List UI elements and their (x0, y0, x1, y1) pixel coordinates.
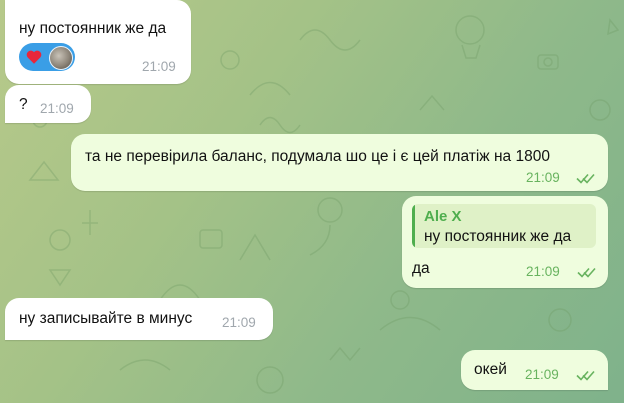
message-outgoing[interactable]: та не перевірила баланс, подумала шо це … (71, 134, 608, 191)
read-checkmarks-icon (576, 370, 595, 381)
message-incoming[interactable]: ну постоянник же да 21:09 (5, 0, 191, 84)
reply-author: Ale X (424, 208, 462, 225)
message-time: 21:09 (142, 59, 176, 74)
reply-text: ну постоянник же да (424, 228, 572, 245)
message-incoming[interactable]: ? 21:09 (5, 85, 91, 123)
message-time: 21:09 (40, 101, 74, 116)
read-checkmarks-icon (576, 173, 595, 184)
message-text: та не перевірила баланс, подумала шо це … (85, 148, 550, 165)
message-incoming[interactable]: ну записывайте в минус 21:09 (5, 298, 273, 340)
message-text: ну записывайте в минус (19, 310, 193, 327)
message-text: ? (19, 96, 28, 113)
message-time: 21:09 (222, 315, 256, 330)
message-outgoing[interactable]: окей 21:09 (461, 350, 608, 390)
message-time: 21:09 (525, 367, 559, 382)
message-text: окей (474, 361, 507, 378)
message-text: да (412, 260, 430, 277)
reply-accent-bar (412, 204, 415, 248)
message-outgoing-reply[interactable]: Ale X ну постоянник же да да 21:09 (402, 196, 608, 288)
reaction-chip[interactable] (19, 43, 75, 71)
read-checkmarks-icon (577, 267, 596, 278)
message-time: 21:09 (526, 264, 560, 279)
reply-quote[interactable]: Ale X ну постоянник же да (412, 204, 596, 248)
heart-icon (26, 50, 42, 64)
message-time: 21:09 (526, 170, 560, 185)
message-text: ну постоянник же да (19, 20, 167, 37)
reaction-user-avatar (49, 46, 73, 70)
